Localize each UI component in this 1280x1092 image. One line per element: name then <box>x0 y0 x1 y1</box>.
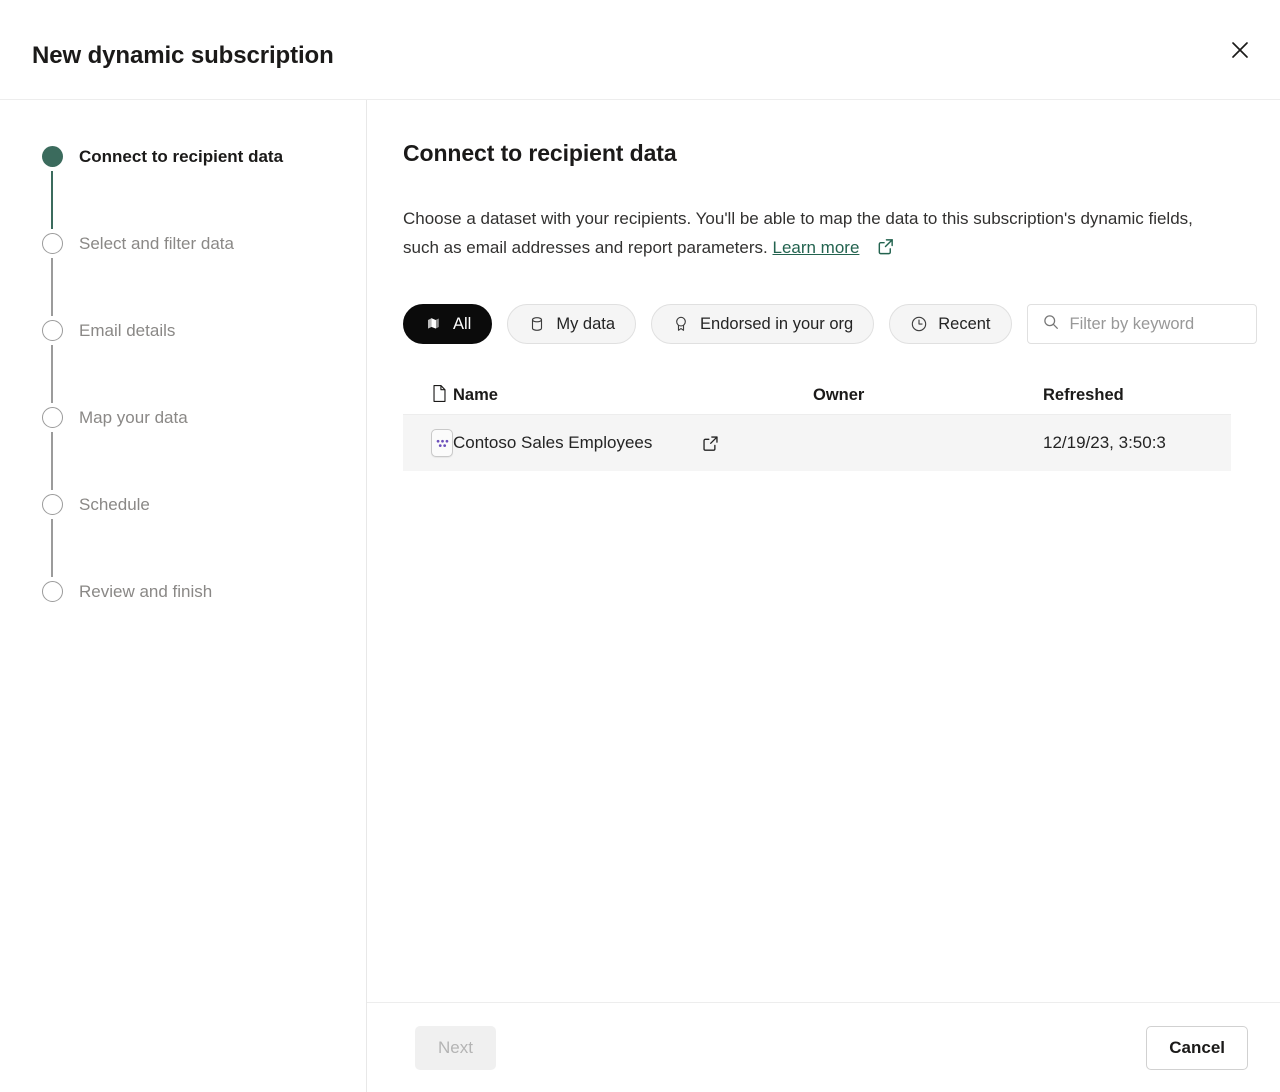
step-connector <box>51 345 53 403</box>
filter-pill-label: My data <box>556 314 616 333</box>
open-dataset-external-link-icon[interactable] <box>701 434 720 453</box>
search-icon <box>1042 313 1060 336</box>
step-dot-pending-icon <box>41 320 63 341</box>
row-refreshed-cell: 12/19/23, 3:50:3 <box>1043 433 1166 452</box>
table-header-row: Name Owner Refreshed <box>403 377 1231 415</box>
step-connector <box>51 519 53 577</box>
step-marker <box>41 492 63 577</box>
sidebar-step-label: Email details <box>79 321 176 340</box>
row-type-cell <box>403 429 453 457</box>
step-connector <box>51 171 53 229</box>
filter-pill-label: Endorsed in your org <box>700 314 854 333</box>
dataset-icon <box>431 429 453 457</box>
external-link-icon[interactable] <box>876 236 895 265</box>
filter-pill-endorsed-in-your-org[interactable]: Endorsed in your org <box>651 304 875 344</box>
filter-pill-my-data[interactable]: My data <box>507 304 637 344</box>
main-panel: Connect to recipient data Choose a datas… <box>367 100 1280 1092</box>
step-dot-pending-icon <box>41 494 63 515</box>
step-marker <box>41 405 63 490</box>
cancel-button[interactable]: Cancel <box>1146 1025 1248 1070</box>
step-marker <box>41 579 63 602</box>
dialog-title: New dynamic subscription <box>32 42 334 69</box>
step-dot-active-icon <box>41 146 63 167</box>
main-content: Connect to recipient data Choose a datas… <box>367 100 1280 1002</box>
page-title: Connect to recipient data <box>403 140 677 166</box>
dialog-footer: Next Cancel <box>367 1002 1280 1092</box>
learn-more-link[interactable]: Learn more <box>772 238 859 257</box>
close-dialog-button[interactable] <box>1224 34 1256 66</box>
step-marker <box>41 144 63 229</box>
step-connector <box>51 258 53 316</box>
dataset-search-box[interactable] <box>1026 304 1257 344</box>
sidebar-step-select-and-filter-data[interactable]: Select and filter data <box>0 231 366 318</box>
step-dot-pending-icon <box>41 581 63 602</box>
sidebar-step-schedule[interactable]: Schedule <box>0 492 366 579</box>
column-header-name[interactable]: Name <box>453 386 813 405</box>
column-header-refreshed[interactable]: Refreshed <box>1043 386 1231 405</box>
step-connector <box>51 432 53 490</box>
dialog-body: Connect to recipient data Select and fil… <box>0 100 1280 1092</box>
column-header-type <box>403 384 453 408</box>
sidebar-step-map-your-data[interactable]: Map your data <box>0 405 366 492</box>
dialog-header: New dynamic subscription <box>0 0 1280 100</box>
row-name-cell: Contoso Sales Employees <box>453 433 813 453</box>
close-icon <box>1231 41 1249 59</box>
table-row[interactable]: Contoso Sales Employees 12/19/23, 3:50:3 <box>403 415 1231 471</box>
step-marker <box>41 231 63 316</box>
filter-pill-label: Recent <box>938 314 991 333</box>
filter-pill-label: All <box>453 314 472 333</box>
database-icon <box>528 315 546 333</box>
file-icon <box>431 384 448 408</box>
step-dot-pending-icon <box>41 233 63 254</box>
column-header-owner[interactable]: Owner <box>813 386 1043 405</box>
filter-pill-all[interactable]: All <box>403 304 493 344</box>
clock-icon <box>910 315 928 333</box>
dataset-name[interactable]: Contoso Sales Employees <box>453 433 652 453</box>
step-dot-pending-icon <box>41 407 63 428</box>
filter-pill-recent[interactable]: Recent <box>889 304 1012 344</box>
certified-badge-icon <box>672 315 690 333</box>
sidebar-step-label: Review and finish <box>79 582 213 601</box>
sidebar-step-label: Connect to recipient data <box>79 147 284 166</box>
sidebar-step-connect-to-recipient-data[interactable]: Connect to recipient data <box>0 144 366 231</box>
page-description: Choose a dataset with your recipients. Y… <box>403 204 1231 265</box>
sidebar-step-email-details[interactable]: Email details <box>0 318 366 405</box>
sidebar-step-label: Map your data <box>79 408 188 427</box>
dataset-filter-pills: All My data Endorsed in your org Recent … <box>403 304 1280 344</box>
wizard-steps-sidebar: Connect to recipient data Select and fil… <box>0 100 367 1092</box>
new-dynamic-subscription-dialog: New dynamic subscription Connect to reci… <box>0 0 1280 1092</box>
dataset-table: Name Owner Refreshed Contoso Sales Emplo… <box>403 377 1231 471</box>
layers-stack-icon <box>424 315 443 334</box>
next-button[interactable]: Next <box>415 1025 496 1070</box>
sidebar-step-label: Schedule <box>79 495 150 514</box>
sidebar-step-review-and-finish[interactable]: Review and finish <box>0 579 366 666</box>
step-marker <box>41 318 63 403</box>
sidebar-step-label: Select and filter data <box>79 234 234 253</box>
search-input[interactable] <box>1069 314 1242 334</box>
